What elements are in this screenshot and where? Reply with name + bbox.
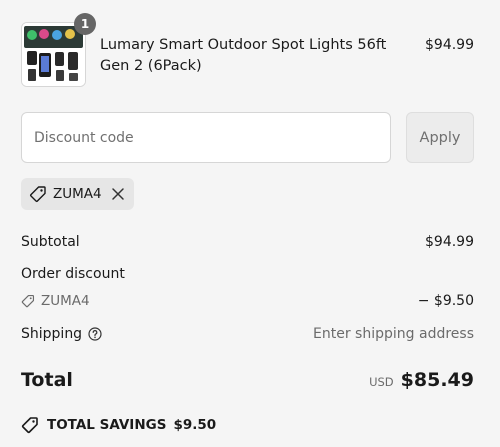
- order-summary: 1 Lumary Smart Outdoor Spot Lights 56ft …: [0, 0, 500, 447]
- total-savings-label: TOTAL SAVINGS: [47, 417, 167, 433]
- product-image: [22, 23, 85, 86]
- tag-icon: [21, 294, 35, 308]
- order-discount-code: ZUMA4: [21, 291, 90, 311]
- order-discount-code-label: ZUMA4: [41, 293, 90, 309]
- shipping-label-group: Shipping: [21, 324, 102, 344]
- quantity-badge: 1: [74, 13, 96, 35]
- product-line-item: 1 Lumary Smart Outdoor Spot Lights 56ft …: [21, 13, 474, 88]
- subtotal-value: $94.99: [425, 234, 474, 250]
- subtotal-label: Subtotal: [21, 234, 80, 250]
- order-discount-value: − $9.50: [417, 293, 474, 309]
- applied-discount-chip: ZUMA4: [21, 178, 134, 210]
- total-amount: $85.49: [400, 369, 474, 391]
- shipping-label: Shipping: [21, 326, 83, 342]
- shipping-value: Enter shipping address: [313, 326, 474, 342]
- order-discount-label: Order discount: [21, 266, 125, 282]
- apply-discount-button[interactable]: Apply: [406, 112, 474, 163]
- total-value-group: USD $85.49: [369, 367, 474, 395]
- close-icon[interactable]: [111, 187, 125, 201]
- product-title: Lumary Smart Outdoor Spot Lights 56ft Ge…: [100, 37, 387, 74]
- tag-icon: [30, 186, 46, 202]
- total-label: Total: [21, 369, 73, 391]
- product-thumbnail: 1: [21, 13, 96, 87]
- product-price: $94.99: [425, 37, 474, 53]
- currency-code: USD: [369, 375, 394, 389]
- discount-code-input[interactable]: [21, 112, 391, 163]
- total-savings-amount: $9.50: [173, 417, 217, 433]
- applied-code-label: ZUMA4: [53, 186, 102, 202]
- tag-icon: [21, 417, 38, 434]
- total-savings-row: TOTAL SAVINGS $9.50: [21, 415, 216, 435]
- question-circle-icon[interactable]: [88, 327, 102, 341]
